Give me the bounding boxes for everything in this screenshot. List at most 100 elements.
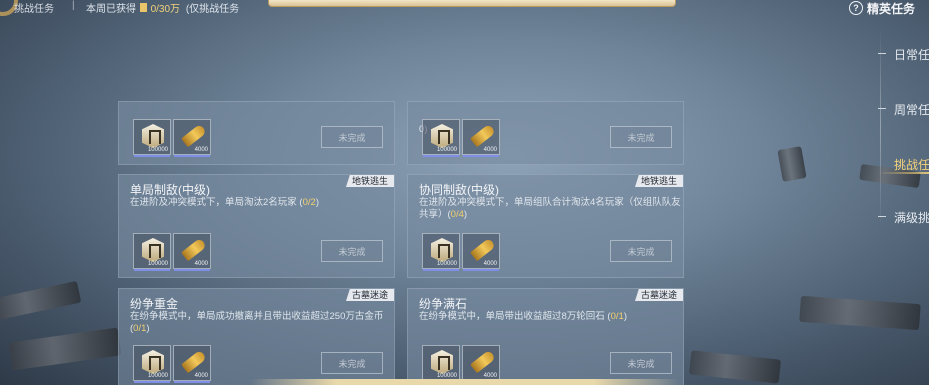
side-menu-item-label: 周常任 <box>894 103 929 117</box>
reward-item[interactable]: 4000 <box>173 233 211 271</box>
task-status-button[interactable]: 未完成 <box>321 126 383 148</box>
task-description-text: 在纷争模式中，单局成功撤离并且带出收益超过250万古金币 ( <box>130 311 384 334</box>
background-bullet-decoration <box>0 280 82 322</box>
bottom-gold-frame <box>250 379 680 385</box>
reward-rarity-bar <box>423 155 459 157</box>
reward-item[interactable]: 4000 <box>462 233 500 271</box>
task-card: 100000 4000 未完成 <box>118 101 395 165</box>
background-bullet-decoration <box>799 295 921 331</box>
badge-icon <box>142 124 164 148</box>
reward-item[interactable]: 4000 <box>173 345 211 383</box>
task-status-button[interactable]: 未完成 <box>610 240 672 262</box>
task-description: 在进阶及冲突模式下，单局淘汰2名玩家 (0/2) <box>130 197 394 209</box>
task-description-end: ) <box>623 311 627 322</box>
map-tag: 古墓迷途 <box>634 289 683 301</box>
badge-icon <box>431 350 453 374</box>
reward-item[interactable]: 4000 <box>462 345 500 383</box>
task-description: 在纷争模式中，单局带出收益超过8万轮回石 (0/1) <box>419 311 683 323</box>
reward-item[interactable]: 100000 <box>422 119 460 157</box>
reward-quantity: 100000 <box>147 373 168 379</box>
background-bullet-decoration <box>688 350 782 384</box>
task-description-end: ) <box>315 197 319 208</box>
header-gold-frame <box>268 0 676 7</box>
weekly-note: (仅挑战任务 <box>185 4 240 15</box>
weekly-earnings: 本周已获得 0/30万 (仅挑战任务 <box>86 0 239 15</box>
reward-item[interactable]: 100000 <box>133 345 171 383</box>
task-card: 协同制敌(中级) 在进阶及冲突模式下，单局组队合计淘汰4名玩家（仅组队队友共享）(… <box>407 174 684 278</box>
side-menu-item-label: 日常任 <box>894 48 929 62</box>
topbar-separator: | <box>72 0 75 11</box>
task-status-button[interactable]: 未完成 <box>610 352 672 374</box>
reward-rarity-bar <box>463 269 499 271</box>
badge-icon <box>142 350 164 374</box>
bullet-icon <box>470 237 496 262</box>
reward-rarity-bar <box>174 269 210 271</box>
help-icon[interactable]: ? <box>849 1 863 15</box>
task-card: 0)1000004000未完成 <box>407 101 684 165</box>
weekly-prefix: 本周已获得 <box>86 4 136 15</box>
task-title: 纷争重金 <box>130 297 179 311</box>
map-tag: 地铁逃生 <box>345 175 394 187</box>
side-menu-title-label: 精英任务 <box>867 1 916 16</box>
reward-quantity: 100000 <box>147 147 168 153</box>
coin-small-icon <box>139 3 147 12</box>
task-description: 在进阶及冲突模式下，单局组队合计淘汰4名玩家（仅组队队友共享）(0/4) <box>419 197 683 221</box>
bullet-icon <box>181 349 207 374</box>
badge-icon <box>431 238 453 262</box>
task-status-button[interactable]: 未完成 <box>321 352 383 374</box>
active-indicator <box>878 172 929 174</box>
task-card: 单局制敌(中级) 在进阶及冲突模式下，单局淘汰2名玩家 (0/2) 地铁逃生 1000… <box>118 174 395 278</box>
reward-item[interactable]: 4000 <box>173 119 211 157</box>
reward-rarity-bar <box>134 155 170 157</box>
reward-item[interactable]: 4000 <box>462 119 500 157</box>
topbar-title: 挑战任务 <box>14 4 54 15</box>
reward-item[interactable]: 100000 <box>422 233 460 271</box>
bullet-icon <box>181 237 207 262</box>
side-menu-dash <box>878 108 886 109</box>
task-description-text: 在进阶及冲突模式下，单局淘汰2名玩家 ( <box>130 197 303 208</box>
reward-rarity-bar <box>423 269 459 271</box>
side-menu-dash <box>878 53 886 54</box>
reward-rarity-bar <box>134 381 170 383</box>
reward-rarity-bar <box>463 155 499 157</box>
task-progress: 0/2 <box>302 197 316 208</box>
reward-quantity: 100000 <box>147 261 168 267</box>
task-status-button[interactable]: 未完成 <box>321 240 383 262</box>
reward-quantity: 4000 <box>483 261 497 267</box>
task-description-text: 在纷争模式中，单局带出收益超过8万轮回石 ( <box>419 311 611 322</box>
reward-quantity: 100000 <box>436 261 457 267</box>
reward-rarity-bar <box>174 381 210 383</box>
task-card: 纷争满石 在纷争模式中，单局带出收益超过8万轮回石 (0/1) 古墓迷途 100000… <box>407 288 684 385</box>
reward-item[interactable]: 100000 <box>133 119 171 157</box>
task-description: 在纷争模式中，单局成功撤离并且带出收益超过250万古金币 (0/1) <box>130 311 394 335</box>
side-menu-dash <box>878 216 886 217</box>
task-title: 纷争满石 <box>419 297 468 311</box>
side-menu-title[interactable]: ? 精英任务 <box>849 0 915 16</box>
task-card: 纷争重金 在纷争模式中，单局成功撤离并且带出收益超过250万古金币 (0/1) 古墓… <box>118 288 395 385</box>
weekly-value: 0/30万 <box>150 4 181 15</box>
reward-item[interactable]: 100000 <box>133 233 171 271</box>
background-bullet-decoration <box>8 327 122 371</box>
badge-icon <box>142 238 164 262</box>
task-status-button[interactable]: 未完成 <box>610 126 672 148</box>
reward-quantity: 4000 <box>194 261 208 267</box>
reward-quantity: 4000 <box>483 147 497 153</box>
reward-quantity: 4000 <box>194 147 208 153</box>
task-title: 协同制敌(中级) <box>419 183 499 197</box>
background-bullet-decoration <box>777 146 807 182</box>
map-tag: 古墓迷途 <box>345 289 394 301</box>
side-menu-divider <box>880 28 881 228</box>
task-description-end: ) <box>146 323 150 334</box>
reward-quantity: 4000 <box>194 373 208 379</box>
task-progress: 0/1 <box>610 311 624 322</box>
task-description-end: ) <box>463 209 468 220</box>
badge-icon <box>431 124 453 148</box>
bullet-icon <box>470 123 496 148</box>
reward-rarity-bar <box>174 155 210 157</box>
side-menu-item-label: 挑战任 <box>894 158 929 172</box>
map-tag: 地铁逃生 <box>634 175 683 187</box>
side-menu-item-label: 满级挑 <box>894 211 929 225</box>
reward-item[interactable]: 100000 <box>422 345 460 383</box>
bullet-icon <box>181 123 207 148</box>
bullet-icon <box>470 349 496 374</box>
